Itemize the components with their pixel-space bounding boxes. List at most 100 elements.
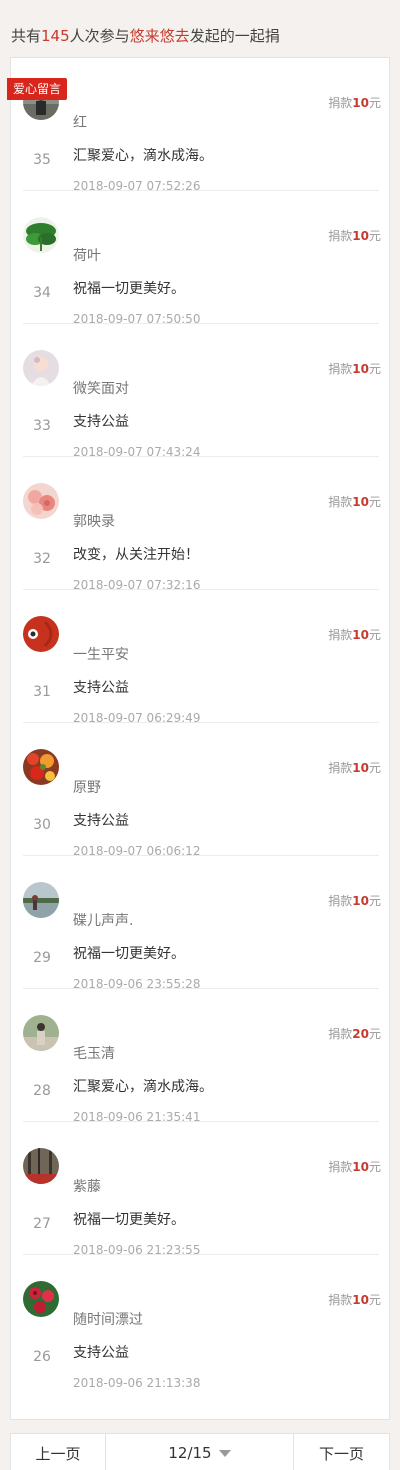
entry-rank: 33 [33, 418, 51, 434]
amount-prefix: 捐款 [328, 96, 353, 110]
participant-count: 145 [41, 27, 70, 45]
avatar-child-icon[interactable] [23, 350, 59, 386]
amount-suffix: 元 [368, 96, 381, 110]
avatar-forest-icon[interactable] [23, 1148, 59, 1184]
avatar-rose-icon[interactable] [23, 1281, 59, 1317]
message-entry: 28 毛玉清 汇聚爱心，滴水成海。 2018-09-06 21:35:41 捐款… [11, 989, 391, 1124]
message-entry: 27 紫藤 祝福一切更美好。 2018-09-06 21:23:55 捐款10元 [11, 1122, 391, 1257]
donor-message: 改变，从关注开始！ [73, 547, 199, 563]
donor-name[interactable]: 微笑面对 [73, 379, 129, 399]
amount-suffix: 元 [368, 761, 381, 775]
donation-amount: 捐款10元 [328, 95, 381, 111]
message-panel: 爱心留言 35 红 汇聚爱心，滴水成海。 2018-09-07 07:52:26… [7, 57, 391, 1420]
entry-rank: 26 [33, 1349, 51, 1365]
entry-rank: 34 [33, 285, 51, 301]
next-page-button[interactable]: 下一页 [294, 1434, 389, 1470]
donor-name[interactable]: 原野 [73, 778, 101, 798]
amount-value: 10 [352, 1160, 369, 1174]
amount-suffix: 元 [368, 894, 381, 908]
summary-suffix: 发起的一起捐 [189, 27, 280, 45]
amount-prefix: 捐款 [328, 1160, 353, 1174]
donation-amount: 捐款10元 [328, 494, 381, 510]
donor-name[interactable]: 郭映录 [73, 512, 115, 532]
donor-name[interactable]: 紫藤 [73, 1177, 101, 1197]
amount-value: 20 [352, 1027, 369, 1041]
avatar-flower-icon[interactable] [23, 483, 59, 519]
amount-value: 10 [352, 894, 369, 908]
message-entry: 35 红 汇聚爱心，滴水成海。 2018-09-07 07:52:26 捐款10… [11, 58, 391, 193]
donor-message: 支持公益 [73, 414, 129, 430]
amount-value: 10 [352, 628, 369, 642]
donor-message: 支持公益 [73, 1345, 129, 1361]
entry-rank: 35 [33, 152, 51, 168]
message-panel-tag: 爱心留言 [7, 78, 68, 100]
donor-name[interactable]: 一生平安 [73, 645, 129, 665]
prev-page-button[interactable]: 上一页 [11, 1434, 106, 1470]
message-entry: 31 一生平安 支持公益 2018-09-07 06:29:49 捐款10元 [11, 590, 391, 725]
donation-amount: 捐款10元 [328, 228, 381, 244]
amount-suffix: 元 [368, 229, 381, 243]
amount-suffix: 元 [368, 1027, 381, 1041]
amount-suffix: 元 [368, 1160, 381, 1174]
amount-prefix: 捐款 [328, 1027, 353, 1041]
amount-value: 10 [352, 1293, 369, 1307]
donation-amount: 捐款10元 [328, 361, 381, 377]
message-entry: 30 原野 支持公益 2018-09-07 06:06:12 捐款10元 [11, 723, 391, 858]
avatar-leaf-icon[interactable] [23, 217, 59, 253]
pagination: 上一页 12/15 下一页 [10, 1433, 390, 1470]
donor-name[interactable]: 红 [73, 113, 87, 133]
amount-prefix: 捐款 [328, 495, 353, 509]
donor-message: 祝福一切更美好。 [73, 946, 185, 962]
donor-message: 祝福一切更美好。 [73, 1212, 185, 1228]
donor-message: 汇聚爱心，滴水成海。 [73, 148, 213, 164]
amount-prefix: 捐款 [328, 761, 353, 775]
donation-amount: 捐款10元 [328, 1292, 381, 1308]
summary-middle: 人次参与 [69, 27, 130, 45]
donation-time: 2018-09-06 21:13:38 [73, 1376, 201, 1390]
amount-suffix: 元 [368, 628, 381, 642]
entry-rank: 28 [33, 1083, 51, 1099]
donor-name[interactable]: 荷叶 [73, 246, 101, 266]
donor-name[interactable]: 毛玉清 [73, 1044, 115, 1064]
participation-summary: 共有145人次参与悠来悠去发起的一起捐 [11, 24, 280, 48]
entry-rank: 27 [33, 1216, 51, 1232]
donation-page: 共有145人次参与悠来悠去发起的一起捐 爱心留言 35 红 汇聚爱心，滴水成海。… [0, 0, 400, 1470]
message-entry: 33 微笑面对 支持公益 2018-09-07 07:43:24 捐款10元 [11, 324, 391, 459]
avatar-bouquet-icon[interactable] [23, 749, 59, 785]
amount-prefix: 捐款 [328, 894, 353, 908]
organizer-link[interactable]: 悠来悠去 [130, 27, 190, 45]
donor-message: 支持公益 [73, 680, 129, 696]
entry-rank: 29 [33, 950, 51, 966]
amount-prefix: 捐款 [328, 1293, 353, 1307]
message-entry: 32 郭映录 改变，从关注开始！ 2018-09-07 07:32:16 捐款1… [11, 457, 391, 592]
avatar-lake-icon[interactable] [23, 882, 59, 918]
page-indicator: 12/15 [168, 1444, 212, 1462]
donation-amount: 捐款10元 [328, 893, 381, 909]
donation-amount: 捐款10元 [328, 1159, 381, 1175]
amount-prefix: 捐款 [328, 229, 353, 243]
amount-prefix: 捐款 [328, 362, 353, 376]
message-entry: 34 荷叶 祝福一切更美好。 2018-09-07 07:50:50 捐款10元 [11, 191, 391, 326]
message-entry: 26 随时间漂过 支持公益 2018-09-06 21:13:38 捐款10元 [11, 1255, 391, 1390]
amount-prefix: 捐款 [328, 628, 353, 642]
amount-value: 10 [352, 495, 369, 509]
donation-amount: 捐款10元 [328, 627, 381, 643]
caret-down-icon [218, 1449, 231, 1457]
avatar-red-icon[interactable] [23, 616, 59, 652]
entry-rank: 32 [33, 551, 51, 567]
page-select[interactable]: 12/15 [106, 1434, 294, 1470]
amount-suffix: 元 [368, 495, 381, 509]
donor-name[interactable]: 碟儿声声. [73, 911, 133, 931]
amount-value: 10 [352, 229, 369, 243]
message-entry: 29 碟儿声声. 祝福一切更美好。 2018-09-06 23:55:28 捐款… [11, 856, 391, 991]
amount-suffix: 元 [368, 1293, 381, 1307]
amount-value: 10 [352, 96, 369, 110]
amount-value: 10 [352, 761, 369, 775]
donation-amount: 捐款10元 [328, 760, 381, 776]
donation-amount: 捐款20元 [328, 1026, 381, 1042]
donor-message: 祝福一切更美好。 [73, 281, 185, 297]
donor-name[interactable]: 随时间漂过 [73, 1310, 143, 1330]
donor-message: 支持公益 [73, 813, 129, 829]
avatar-outdoor-icon[interactable] [23, 1015, 59, 1051]
amount-value: 10 [352, 362, 369, 376]
